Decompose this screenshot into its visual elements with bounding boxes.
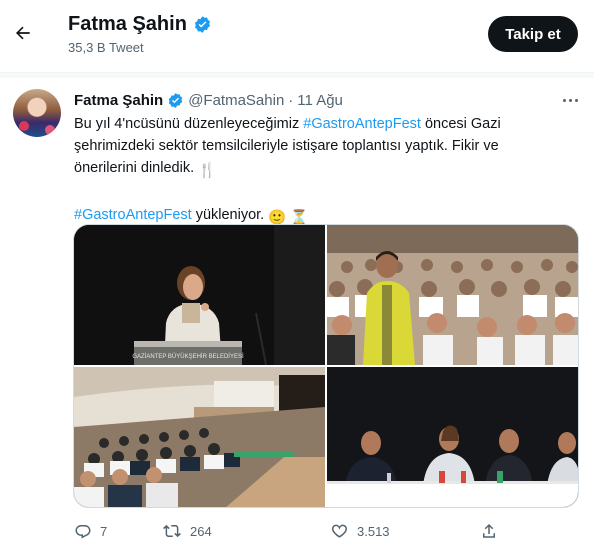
more-icon bbox=[568, 98, 572, 102]
tweet-count: 35,3 B Tweet bbox=[68, 40, 144, 55]
retweet-button[interactable]: 264 bbox=[162, 518, 212, 544]
tweet-text-part: yükleniyor. bbox=[191, 207, 269, 223]
tweet-paragraph-1: Bu yıl 4'ncüsünü düzenleyeceğimiz #Gastr… bbox=[74, 113, 532, 182]
profile-name-text: Fatma Şahin bbox=[68, 13, 187, 35]
reply-icon bbox=[75, 525, 91, 539]
more-icon bbox=[574, 98, 578, 102]
back-button[interactable] bbox=[8, 18, 38, 48]
tweet-photo-3[interactable] bbox=[74, 367, 325, 507]
retweet-count: 264 bbox=[190, 523, 212, 539]
share-icon bbox=[483, 523, 495, 538]
photo-2-image bbox=[327, 225, 578, 365]
avatar[interactable] bbox=[13, 89, 61, 137]
tweet-actions: 7 264 3.513 bbox=[74, 518, 504, 544]
profile-header: Fatma Şahin 35,3 B Tweet Takip et bbox=[0, 0, 594, 72]
reply-button[interactable]: 7 bbox=[74, 518, 107, 544]
tweet-photo-1[interactable]: GAZİANTEP BÜYÜKŞEHİR BELEDİYESİ bbox=[74, 225, 325, 365]
back-arrow-icon bbox=[16, 26, 30, 40]
tweet-date[interactable]: 11 Ağu bbox=[297, 92, 343, 109]
tweet-dot: · bbox=[288, 92, 294, 109]
like-count: 3.513 bbox=[357, 523, 390, 539]
tweet-photo-2[interactable] bbox=[327, 225, 578, 365]
tweet-photo-4[interactable] bbox=[327, 367, 578, 507]
follow-button[interactable]: Takip et bbox=[488, 16, 578, 52]
photo-3-image bbox=[74, 367, 325, 507]
tweet-text-part: Bu yıl 4'ncüsünü düzenleyeceğimiz bbox=[74, 116, 304, 132]
profile-name: Fatma Şahin bbox=[68, 13, 212, 36]
fork-icon: 🍴 bbox=[198, 163, 217, 179]
tweet-handle[interactable]: @FatmaSahin bbox=[188, 92, 284, 109]
share-button[interactable] bbox=[480, 518, 498, 544]
avatar-decoration bbox=[45, 125, 55, 135]
more-icon bbox=[562, 98, 566, 102]
photo-grid: GAZİANTEP BÜYÜKŞEHİR BELEDİYESİ bbox=[73, 224, 579, 508]
reply-count: 7 bbox=[100, 523, 108, 539]
like-icon bbox=[332, 524, 347, 538]
verified-badge-icon bbox=[168, 93, 183, 108]
like-button[interactable]: 3.513 bbox=[330, 518, 390, 544]
hashtag-link[interactable]: #GastroAntepFest bbox=[303, 116, 421, 132]
photo-4-image bbox=[327, 367, 578, 507]
tweet-text: Bu yıl 4'ncüsünü düzenleyeceğimiz #Gastr… bbox=[74, 113, 532, 229]
more-options-button[interactable] bbox=[558, 90, 582, 110]
avatar-decoration bbox=[19, 121, 29, 131]
photo-1-image: GAZİANTEP BÜYÜKŞEHİR BELEDİYESİ bbox=[74, 225, 325, 365]
photo-banner-text: GAZİANTEP BÜYÜKŞEHİR BELEDİYESİ bbox=[132, 353, 244, 360]
verified-badge-icon bbox=[194, 16, 210, 33]
hashtag-link[interactable]: #GastroAntepFest bbox=[74, 207, 192, 223]
tweet-header: Fatma Şahin @FatmaSahin · 11 Ağu bbox=[74, 92, 343, 109]
header-separator bbox=[0, 72, 594, 78]
tweet-author-name[interactable]: Fatma Şahin bbox=[74, 92, 163, 109]
retweet-icon bbox=[163, 524, 181, 538]
